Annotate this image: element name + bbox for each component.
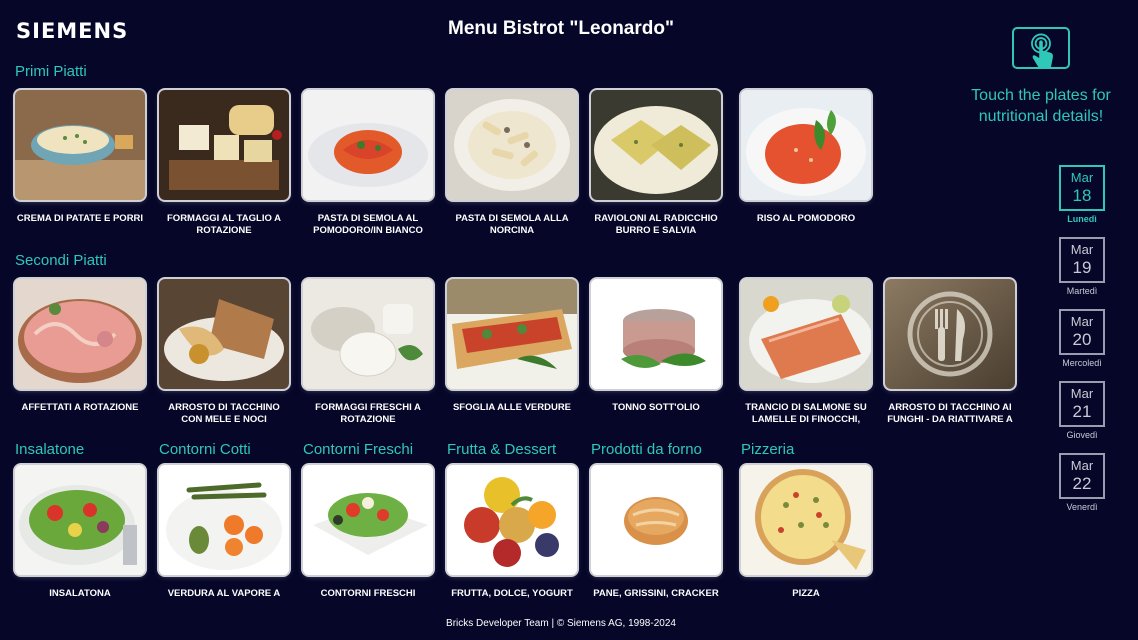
penne-icon[interactable]	[447, 90, 577, 200]
day-month: Mar	[1070, 242, 1094, 257]
dish-name: FORMAGGI FRESCHI A ROTAZIONE	[315, 402, 421, 425]
page-title: Menu Bistrot "Leonardo"	[448, 18, 674, 39]
dish-name: CREMA DI PATATE E PORRI	[16, 213, 144, 224]
dish-name: VERDURA AL VAPORE A	[167, 588, 281, 599]
dish-card-contorni-freschi[interactable]: CONTORNI FRESCHI	[303, 465, 433, 612]
touch-instruction: Touch the plates for nutritional details…	[971, 87, 1111, 125]
dish-card-verdura-vapore[interactable]: VERDURA AL VAPORE A	[159, 465, 289, 612]
day-name: Giovedì	[1066, 430, 1098, 440]
vegetable-tart-icon[interactable]	[447, 279, 577, 389]
fork-knife-placeholder-icon[interactable]	[885, 279, 1015, 389]
dish-name: PIZZA	[792, 588, 820, 599]
risotto-icon[interactable]	[741, 90, 871, 200]
section-title-contorni-freschi: Contorni Freschi	[303, 441, 414, 458]
dish-card-pasta-norcina[interactable]: PASTA DI SEMOLA ALLA NORCINA	[447, 90, 577, 237]
fresh-salad-icon[interactable]	[303, 465, 433, 575]
dish-name: TRANCIO DI SALMONE SU LAMELLE DI FINOCCH…	[745, 402, 867, 425]
steamed-vegetables-icon[interactable]	[159, 465, 289, 575]
day-number: 19	[1072, 258, 1092, 277]
dish-card-pizza[interactable]: PIZZA	[741, 465, 871, 612]
ravioli-icon[interactable]	[591, 90, 721, 200]
dish-name: PASTA DI SEMOLA AL POMODORO/IN BIANCO	[313, 213, 423, 236]
dish-card-affettati[interactable]: AFFETTATI A ROTAZIONE	[15, 279, 145, 426]
pizza-icon[interactable]	[741, 465, 871, 575]
dish-name: RAVIOLONI AL RADICCHIO BURRO E SALVIA	[594, 213, 718, 236]
day-selector-giovedi[interactable]: Mar 21 Giovedì	[1059, 381, 1105, 440]
dish-card-sfoglia-verdure[interactable]: SFOGLIA ALLE VERDURE	[447, 279, 577, 426]
salad-icon[interactable]	[15, 465, 145, 575]
dish-card-crema-patate[interactable]: CREMA DI PATATE E PORRI	[15, 90, 145, 237]
section-title-prodotti-forno: Prodotti da forno	[591, 441, 702, 458]
dish-name: ARROSTO DI TACCHINO CON MELE E NOCI	[168, 402, 280, 425]
section-title-insalatone: Insalatone	[15, 441, 85, 458]
fresh-cheese-icon[interactable]	[303, 279, 433, 389]
day-selector-lunedi[interactable]: Mar 18 Lunedì	[1059, 165, 1105, 224]
touch-hand-icon	[1012, 27, 1070, 69]
section-title-pizzeria: Pizzeria	[741, 441, 795, 458]
dish-name: AFFETTATI A ROTAZIONE	[21, 402, 139, 413]
dish-name: TONNO SOTT'OLIO	[612, 402, 700, 413]
section-title-secondi: Secondi Piatti	[15, 252, 107, 269]
dish-name: INSALATONA	[49, 588, 111, 599]
section-title-contorni-cotti: Contorni Cotti	[159, 441, 251, 458]
bread-roll-icon[interactable]	[591, 465, 721, 575]
dish-name: SFOGLIA ALLE VERDURE	[452, 402, 572, 413]
dish-card-formaggi-freschi[interactable]: FORMAGGI FRESCHI A ROTAZIONE	[303, 279, 433, 426]
day-selector-venerdi[interactable]: Mar 22 Venerdì	[1059, 453, 1105, 512]
tuna-icon[interactable]	[591, 279, 721, 389]
dish-card-arrosto-mele[interactable]: ARROSTO DI TACCHINO CON MELE E NOCI	[159, 279, 289, 426]
footer-copyright: Bricks Developer Team | © Siemens AG, 19…	[446, 618, 676, 629]
dish-name: CONTORNI FRESCHI	[320, 588, 416, 599]
day-selector-mercoledi[interactable]: Mar 20 Mercoledì	[1059, 309, 1105, 368]
soup-bowl-icon[interactable]	[15, 90, 145, 200]
day-name: Mercoledì	[1062, 358, 1102, 368]
day-name: Venerdì	[1066, 502, 1098, 512]
roast-icon[interactable]	[159, 279, 289, 389]
day-name: Martedì	[1066, 286, 1098, 296]
dish-card-formaggi-taglio[interactable]: FORMAGGI AL TAGLIO A ROTAZIONE	[159, 90, 289, 237]
dish-name: PANE, GRISSINI, CRACKER	[593, 588, 719, 599]
dish-card-riso-pomodoro[interactable]: RISO AL POMODORO	[741, 90, 871, 237]
day-month: Mar	[1070, 458, 1094, 473]
day-number: 20	[1072, 330, 1092, 349]
dish-card-pasta-pomodoro[interactable]: PASTA DI SEMOLA AL POMODORO/IN BIANCO	[303, 90, 433, 237]
day-month: Mar	[1070, 170, 1094, 185]
fruit-icon[interactable]	[447, 465, 577, 575]
spaghetti-icon[interactable]	[303, 90, 433, 200]
dish-card-pane[interactable]: PANE, GRISSINI, CRACKER	[591, 465, 721, 612]
dish-name: RISO AL POMODORO	[756, 213, 856, 224]
day-month: Mar	[1070, 314, 1094, 329]
day-month: Mar	[1070, 386, 1094, 401]
day-name: Lunedì	[1067, 214, 1097, 224]
dish-card-tonno[interactable]: TONNO SOTT'OLIO	[591, 279, 721, 426]
dish-name: PASTA DI SEMOLA ALLA NORCINA	[455, 213, 569, 236]
day-selector-martedi[interactable]: Mar 19 Martedì	[1059, 237, 1105, 296]
section-title-primi: Primi Piatti	[15, 63, 87, 80]
dish-card-insalatona[interactable]: INSALATONA	[15, 465, 145, 612]
day-number: 21	[1072, 402, 1092, 421]
dish-name: FRUTTA, DOLCE, YOGURT	[451, 588, 573, 599]
dish-card-ravioloni[interactable]: RAVIOLONI AL RADICCHIO BURRO E SALVIA	[591, 90, 721, 237]
dish-card-arrosto-funghi[interactable]: ARROSTO DI TACCHINO AI FUNGHI - Da riatt…	[885, 279, 1015, 426]
dish-card-trancio-salmone[interactable]: TRANCIO DI SALMONE SU LAMELLE DI FINOCCH…	[741, 279, 871, 426]
day-number: 18	[1072, 186, 1092, 205]
dish-name: FORMAGGI AL TAGLIO A ROTAZIONE	[167, 213, 281, 236]
cold-cuts-icon[interactable]	[15, 279, 145, 389]
salmon-icon[interactable]	[741, 279, 871, 389]
dish-card-frutta[interactable]: FRUTTA, DOLCE, YOGURT	[447, 465, 577, 612]
day-number: 22	[1072, 474, 1092, 493]
cheese-board-icon[interactable]	[159, 90, 289, 200]
dish-name: ARROSTO DI TACCHINO AI FUNGHI - Da riatt…	[887, 402, 1013, 425]
section-title-frutta-dessert: Frutta & Dessert	[447, 441, 557, 458]
